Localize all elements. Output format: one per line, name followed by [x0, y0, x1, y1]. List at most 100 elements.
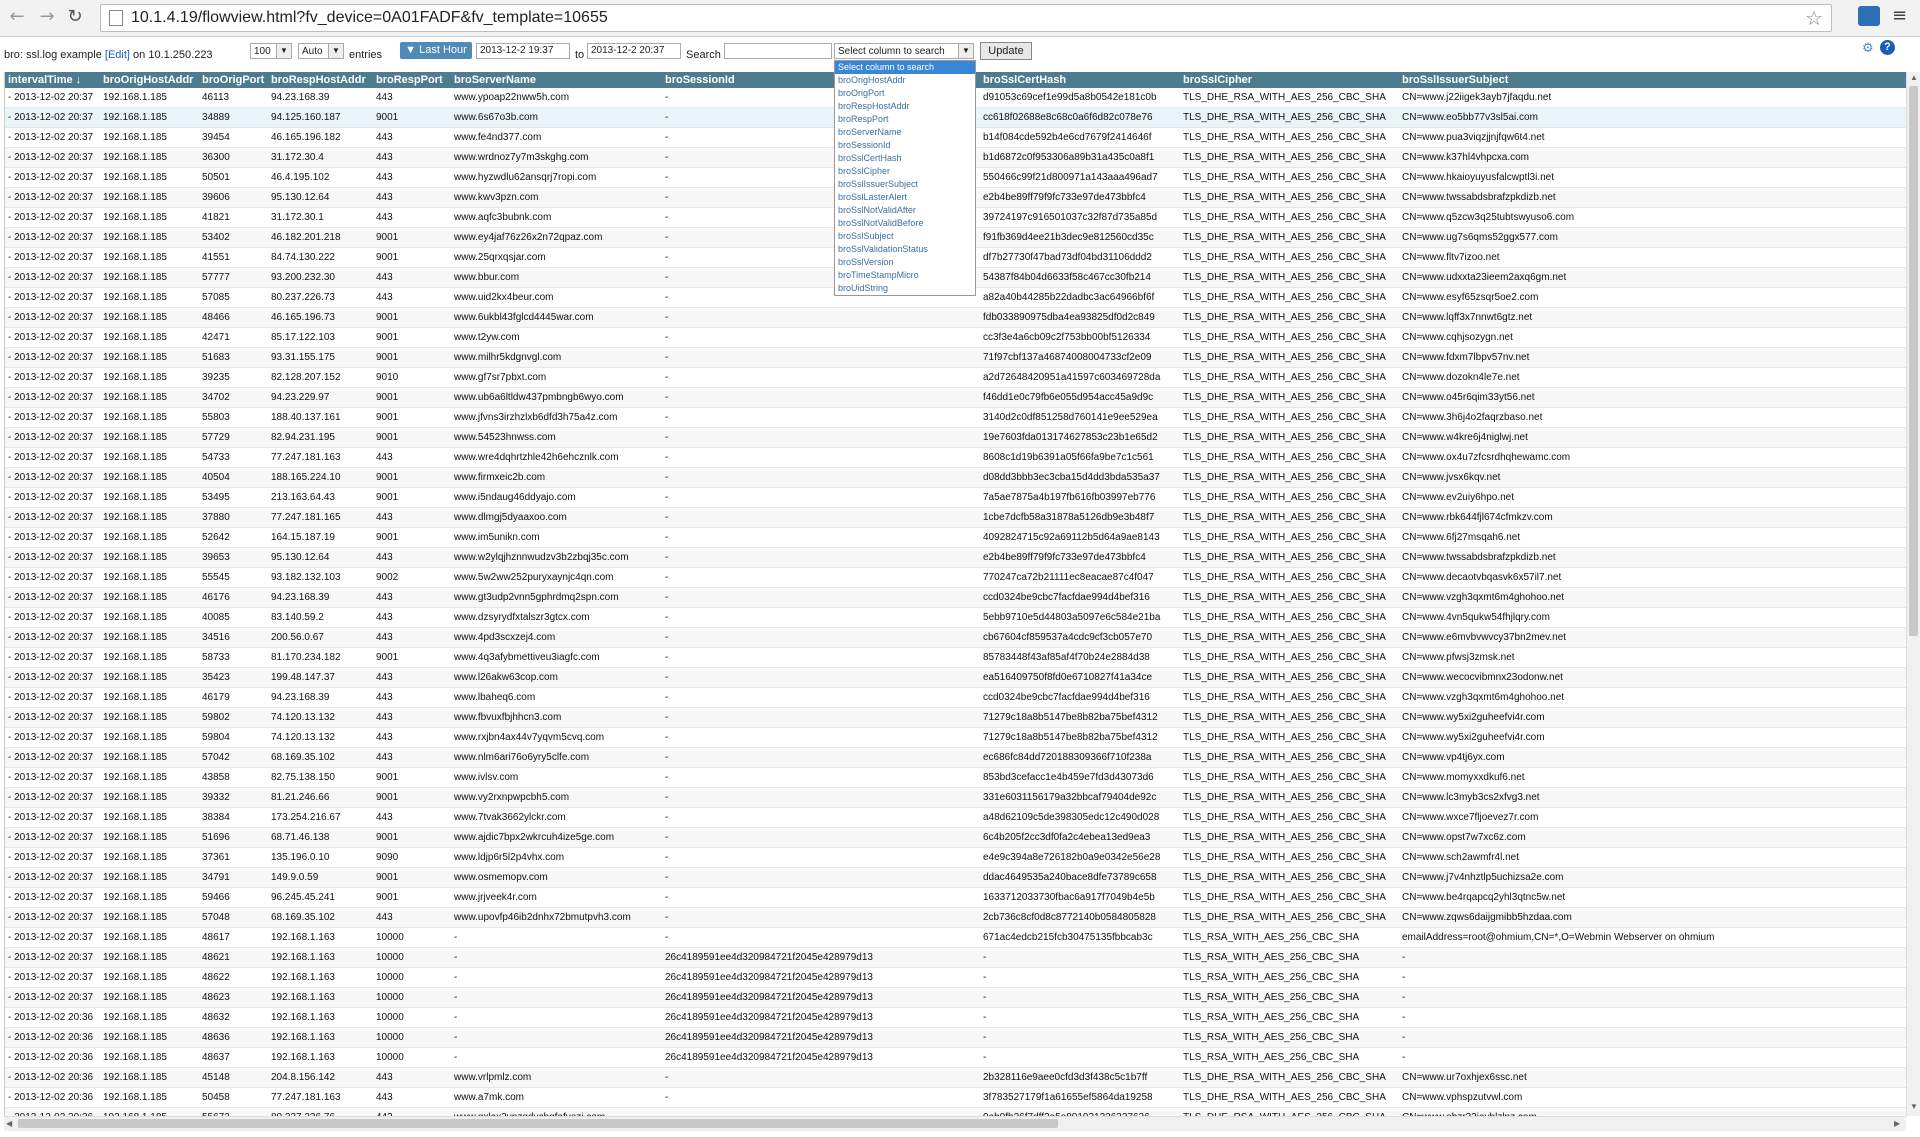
- dropdown-option[interactable]: broSslCipher: [835, 165, 975, 178]
- table-row[interactable]: - 2013-12-02 20:37 192.168.1.185 52642 164.…: [5, 527, 1907, 548]
- table-row[interactable]: - 2013-12-02 20:37 192.168.1.185 39653 95.1…: [5, 547, 1907, 568]
- dropdown-option[interactable]: broRespHostAddr: [835, 100, 975, 113]
- table-row[interactable]: - 2013-12-02 20:37 192.168.1.185 59804 74.1…: [5, 727, 1907, 748]
- reload-icon[interactable]: ↻: [64, 6, 86, 28]
- update-button[interactable]: Update: [980, 42, 1032, 60]
- table-row[interactable]: - 2013-12-02 20:37 192.168.1.185 34702 94.2…: [5, 387, 1907, 408]
- dropdown-option[interactable]: broOrigPort: [835, 87, 975, 100]
- dropdown-option[interactable]: broSessionId: [835, 139, 975, 152]
- table-row[interactable]: - 2013-12-02 20:37 192.168.1.185 34516 200.…: [5, 627, 1907, 648]
- horizontal-scroll-thumb[interactable]: [18, 1119, 1058, 1128]
- column-header[interactable]: broSslCertHash: [980, 72, 1180, 88]
- table-row[interactable]: - 2013-12-02 20:37 192.168.1.185 59802 74.1…: [5, 707, 1907, 728]
- table-row[interactable]: - 2013-12-02 20:36 192.168.1.185 48637 192.…: [5, 1047, 1907, 1068]
- column-select[interactable]: Select column to search ▼: [834, 43, 974, 59]
- table-row[interactable]: - 2013-12-02 20:37 192.168.1.185 57042 68.1…: [5, 747, 1907, 768]
- dropdown-option[interactable]: broSslNotValidBefore: [835, 217, 975, 230]
- table-cell: TLS_DHE_RSA_WITH_AES_256_CBC_SHA: [1180, 487, 1399, 508]
- gear-icon[interactable]: ⚙: [1862, 41, 1876, 56]
- extension-icon[interactable]: [1858, 6, 1880, 26]
- vertical-scrollbar[interactable]: ▲ ▼: [1906, 72, 1920, 1116]
- table-row[interactable]: - 2013-12-02 20:36192.168.1.1855567380.2…: [5, 1107, 1907, 1116]
- refresh-select[interactable]: Auto ▼: [298, 43, 344, 59]
- scroll-down-icon[interactable]: ▼: [1910, 1102, 1918, 1111]
- table-row[interactable]: - 2013-12-02 20:37 192.168.1.185 57048 68.1…: [5, 907, 1907, 928]
- column-header[interactable]: intervalTime ↓: [5, 72, 100, 88]
- last-hour-button[interactable]: ▼ Last Hour: [400, 42, 472, 59]
- menu-icon[interactable]: ≡: [1892, 5, 1907, 26]
- table-row[interactable]: - 2013-12-02 20:36 192.168.1.185 48636 192.…: [5, 1027, 1907, 1048]
- column-header[interactable]: broServerName: [451, 72, 662, 88]
- dropdown-option[interactable]: broOrigHostAddr: [835, 74, 975, 87]
- dropdown-option[interactable]: broSslCertHash: [835, 152, 975, 165]
- table-row[interactable]: - 2013-12-02 20:37 192.168.1.185 38384 173.…: [5, 807, 1907, 828]
- table-row[interactable]: - 2013-12-02 20:37 192.168.1.185 48617 192.…: [5, 927, 1907, 948]
- column-header[interactable]: broOrigPort: [199, 72, 268, 88]
- scroll-up-icon[interactable]: ▲: [1910, 73, 1918, 82]
- column-header[interactable]: broSslIssuerSubject: [1399, 72, 1907, 88]
- dropdown-option[interactable]: broSslIssuerSubject: [835, 178, 975, 191]
- table-cell: df7b27730f47bad73df04bd31106ddd2: [980, 247, 1180, 268]
- table-row[interactable]: - 2013-12-02 20:37 192.168.1.185 48623 192.…: [5, 987, 1907, 1008]
- column-header[interactable]: broRespPort: [373, 72, 451, 88]
- table-cell: f46dd1e0c79fb6e055d954acc45a9d9c: [980, 387, 1180, 408]
- table-row[interactable]: - 2013-12-02 20:37 192.168.1.185 37361 135.…: [5, 847, 1907, 868]
- search-input[interactable]: [724, 43, 832, 59]
- table-row[interactable]: - 2013-12-02 20:37 192.168.1.185 51683 93.3…: [5, 347, 1907, 368]
- vertical-scroll-thumb[interactable]: [1909, 86, 1918, 636]
- edit-link[interactable]: [Edit]: [105, 49, 130, 61]
- table-row[interactable]: - 2013-12-02 20:37 192.168.1.185 48621 192.…: [5, 947, 1907, 968]
- address-bar[interactable]: 10.1.4.19/flowview.html?fv_device=0A01FA…: [100, 4, 1832, 32]
- table-row[interactable]: - 2013-12-02 20:37 192.168.1.185 46179 94.2…: [5, 687, 1907, 708]
- table-row[interactable]: - 2013-12-02 20:37 192.168.1.185 43858 82.7…: [5, 767, 1907, 788]
- bookmark-star-icon[interactable]: ☆: [1805, 6, 1823, 30]
- table-row[interactable]: - 2013-12-02 20:37 192.168.1.185 59466 96.2…: [5, 887, 1907, 908]
- dropdown-option[interactable]: broSslVersion: [835, 256, 975, 269]
- table-row[interactable]: - 2013-12-02 20:37 192.168.1.185 48622 192.…: [5, 967, 1907, 988]
- horizontal-scrollbar[interactable]: ◀ ▶: [4, 1116, 1906, 1131]
- table-row[interactable]: - 2013-12-02 20:37 192.168.1.185 40504 188.…: [5, 467, 1907, 488]
- table-cell: - 2013-12-02 20:37: [5, 767, 100, 788]
- table-row[interactable]: - 2013-12-02 20:37 192.168.1.185 39332 81.2…: [5, 787, 1907, 808]
- column-header[interactable]: broRespHostAddr: [268, 72, 373, 88]
- table-row[interactable]: - 2013-12-02 20:37 192.168.1.185 37880 77.2…: [5, 507, 1907, 528]
- forward-arrow-icon[interactable]: →: [36, 6, 58, 28]
- entries-select[interactable]: 100 ▼: [250, 43, 292, 59]
- table-cell: TLS_DHE_RSA_WITH_AES_256_CBC_SHA: [1180, 867, 1399, 888]
- table-row[interactable]: - 2013-12-02 20:37 192.168.1.185 39235 82.1…: [5, 367, 1907, 388]
- table-row[interactable]: - 2013-12-02 20:37 192.168.1.185 51696 68.7…: [5, 827, 1907, 848]
- scroll-left-icon[interactable]: ◀: [6, 1119, 12, 1128]
- column-header[interactable]: broOrigHostAddr: [100, 72, 199, 88]
- table-row[interactable]: - 2013-12-02 20:37 192.168.1.185 53495 213.…: [5, 487, 1907, 508]
- help-icon[interactable]: ?: [1880, 40, 1895, 55]
- dropdown-option[interactable]: broSslValidationStatus: [835, 243, 975, 256]
- table-cell: www.upovfp46ib2dnhx72bmutpvh3.com: [451, 907, 662, 928]
- dropdown-option[interactable]: broSslSubject: [835, 230, 975, 243]
- dropdown-option[interactable]: Select column to search: [835, 61, 975, 74]
- table-row[interactable]: - 2013-12-02 20:36 192.168.1.185 48632 192.…: [5, 1007, 1907, 1028]
- table-row[interactable]: - 2013-12-02 20:37 192.168.1.185 48466 46.1…: [5, 307, 1907, 328]
- table-row[interactable]: - 2013-12-02 20:37 192.168.1.185 42471 85.1…: [5, 327, 1907, 348]
- dropdown-option[interactable]: broTimeStampMicro: [835, 269, 975, 282]
- table-row[interactable]: - 2013-12-02 20:37 192.168.1.185 58733 81.1…: [5, 647, 1907, 668]
- to-date-input[interactable]: 2013-12-2 20:37: [587, 43, 681, 59]
- from-date-input[interactable]: 2013-12-2 19:37: [476, 43, 570, 59]
- table-row[interactable]: - 2013-12-02 20:37 192.168.1.185 40085 83.1…: [5, 607, 1907, 628]
- dropdown-option[interactable]: broUidString: [835, 282, 975, 295]
- table-row[interactable]: - 2013-12-02 20:37 192.168.1.185 57729 82.9…: [5, 427, 1907, 448]
- table-row[interactable]: - 2013-12-02 20:37 192.168.1.185 46176 94.2…: [5, 587, 1907, 608]
- scroll-right-icon[interactable]: ▶: [1894, 1119, 1900, 1128]
- table-row[interactable]: - 2013-12-02 20:37 192.168.1.185 35423 199.…: [5, 667, 1907, 688]
- column-header[interactable]: broSslCipher: [1180, 72, 1399, 88]
- table-row[interactable]: - 2013-12-02 20:37 192.168.1.185 34791 149.…: [5, 867, 1907, 888]
- table-row[interactable]: - 2013-12-02 20:37 192.168.1.185 55545 93.1…: [5, 567, 1907, 588]
- table-row[interactable]: - 2013-12-02 20:37 192.168.1.185 54733 77.2…: [5, 447, 1907, 468]
- dropdown-option[interactable]: broSslNotValidAfter: [835, 204, 975, 217]
- table-row[interactable]: - 2013-12-02 20:36 192.168.1.185 50458 77.2…: [5, 1087, 1907, 1108]
- dropdown-option[interactable]: broRespPort: [835, 113, 975, 126]
- table-row[interactable]: - 2013-12-02 20:36 192.168.1.185 45148 204.…: [5, 1067, 1907, 1088]
- dropdown-option[interactable]: broServerName: [835, 126, 975, 139]
- dropdown-option[interactable]: broSslLasterAlert: [835, 191, 975, 204]
- table-row[interactable]: - 2013-12-02 20:37 192.168.1.185 55803 188.…: [5, 407, 1907, 428]
- back-arrow-icon[interactable]: ←: [6, 6, 28, 28]
